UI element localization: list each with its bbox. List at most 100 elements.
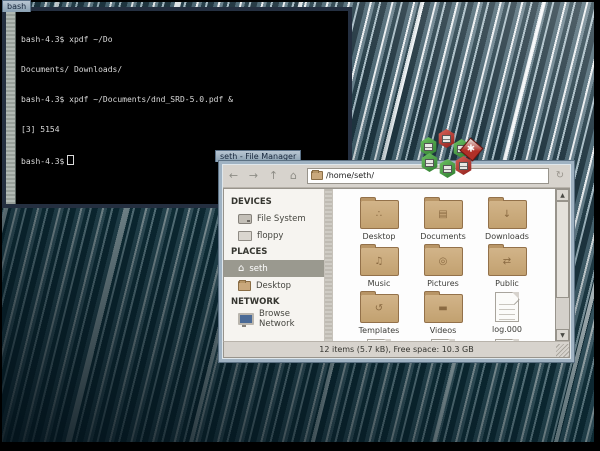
home-icon: ⌂ xyxy=(290,169,297,182)
file-name: Documents xyxy=(420,232,466,241)
downloads-emblem-icon: ↓ xyxy=(503,210,511,220)
sidebar-item-floppy[interactable]: floppy xyxy=(224,227,324,244)
sidebar-header-places: PLACES xyxy=(224,244,324,260)
folder-icon: ∴ xyxy=(360,200,399,229)
templates-emblem-icon: ↺ xyxy=(375,304,383,314)
file-name: log.000 xyxy=(492,325,522,334)
sidebar-scrollbar[interactable] xyxy=(325,189,333,341)
back-button[interactable]: ← xyxy=(225,168,242,184)
sidebar: DEVICES File System floppy PLACES ⌂ seth… xyxy=(224,189,325,341)
back-icon: ← xyxy=(229,169,238,182)
scrollbar-thumb[interactable] xyxy=(556,201,569,298)
file-grid: ∴ Desktop ▤ Documents ↓ Downloads ♫ Musi… xyxy=(347,196,539,341)
terminal-cursor xyxy=(67,155,74,165)
home-button[interactable]: ⌂ xyxy=(285,168,302,184)
path-text: /home/seth/ xyxy=(326,171,374,180)
folder-icon: ↺ xyxy=(360,294,399,323)
file-name: Public xyxy=(495,279,519,288)
network-icon xyxy=(238,313,254,325)
music-emblem-icon: ♫ xyxy=(375,257,384,267)
sidebar-item-label: Desktop xyxy=(256,281,291,291)
file-manager-body: DEVICES File System floppy PLACES ⌂ seth… xyxy=(223,188,570,341)
file-name: Templates xyxy=(359,326,400,335)
scrollbar-track[interactable] xyxy=(556,201,569,329)
file-item-templates[interactable]: ↺ Templates xyxy=(347,290,411,337)
sidebar-item-seth[interactable]: ⌂ seth xyxy=(224,260,324,277)
terminal-line: Documents/ Downloads/ xyxy=(21,65,348,75)
reload-icon: ↻ xyxy=(556,170,564,181)
floppy-icon xyxy=(238,231,252,241)
terminal-line: [3] 5154 xyxy=(21,125,348,135)
file-name: Pictures xyxy=(427,279,459,288)
file-item-desktop[interactable]: ∴ Desktop xyxy=(347,196,411,243)
up-button[interactable]: ↑ xyxy=(265,168,282,184)
folder-icon xyxy=(238,281,251,291)
public-emblem-icon: ⇄ xyxy=(503,257,511,267)
documents-emblem-icon: ▤ xyxy=(438,210,447,220)
green-hex-die-icon[interactable] xyxy=(420,137,437,156)
file-manager-window: ← → ↑ ⌂ /home/seth/ ↻ DEVICES File Syste… xyxy=(218,160,575,363)
terminal-line: bash-4.3$ xpdf ~/Do xyxy=(21,35,348,45)
file-item-log000[interactable]: log.000 xyxy=(475,290,539,337)
folder-icon: ▬ xyxy=(424,294,463,323)
forward-icon: → xyxy=(249,169,258,182)
terminal-scrollbar[interactable] xyxy=(6,11,16,204)
scroll-down-button[interactable]: ▼ xyxy=(556,329,569,341)
folder-icon: ▤ xyxy=(424,200,463,229)
scroll-up-icon: ▲ xyxy=(560,192,565,199)
file-name: Downloads xyxy=(485,232,529,241)
path-folder-icon xyxy=(311,171,323,180)
reload-button[interactable]: ↻ xyxy=(552,168,568,184)
red-hex-die-icon[interactable] xyxy=(438,129,455,148)
folder-icon: ⇄ xyxy=(488,247,527,276)
file-name: Videos xyxy=(430,326,457,335)
green-hex-die-icon[interactable] xyxy=(439,159,456,178)
file-name: Desktop xyxy=(363,232,396,241)
sidebar-item-label: floppy xyxy=(257,231,283,241)
sidebar-header-devices: DEVICES xyxy=(224,194,324,210)
hex-dice-cluster: ✱ xyxy=(414,126,484,182)
desktop-emblem-icon: ∴ xyxy=(376,210,382,220)
terminal-title: bash xyxy=(7,2,26,11)
die-face xyxy=(459,162,468,170)
status-text: 12 items (5.7 kB), Free space: 10.3 GB xyxy=(319,345,474,354)
diamond-glyph: ✱ xyxy=(467,144,475,154)
folder-icon: ♫ xyxy=(360,247,399,276)
file-manager-toolbar: ← → ↑ ⌂ /home/seth/ ↻ xyxy=(223,165,570,188)
file-icon xyxy=(495,292,519,322)
file-name: Music xyxy=(368,279,391,288)
scroll-down-icon: ▼ xyxy=(560,332,565,339)
die-face xyxy=(425,159,434,167)
sidebar-item-desktop[interactable]: Desktop xyxy=(224,277,324,294)
file-item-documents[interactable]: ▤ Documents xyxy=(411,196,475,243)
terminal-prompt: bash-4.3$ xyxy=(21,157,64,166)
die-face xyxy=(443,165,452,173)
die-face xyxy=(442,135,451,143)
status-bar: 12 items (5.7 kB), Free space: 10.3 GB xyxy=(223,341,570,358)
file-item-downloads[interactable]: ↓ Downloads xyxy=(475,196,539,243)
videos-emblem-icon: ▬ xyxy=(438,304,447,314)
file-item-pictures[interactable]: ◎ Pictures xyxy=(411,243,475,290)
sidebar-item-file-system[interactable]: File System xyxy=(224,210,324,227)
sidebar-item-label: File System xyxy=(257,214,306,224)
pictures-emblem-icon: ◎ xyxy=(439,257,448,267)
die-face xyxy=(424,143,433,151)
forward-button[interactable]: → xyxy=(245,168,262,184)
folder-icon: ↓ xyxy=(488,200,527,229)
file-item-videos[interactable]: ▬ Videos xyxy=(411,290,475,337)
resize-grip[interactable] xyxy=(556,344,569,357)
file-item-public[interactable]: ⇄ Public xyxy=(475,243,539,290)
sidebar-item-label: seth xyxy=(249,264,267,274)
sidebar-item-browse-network[interactable]: Browse Network xyxy=(224,310,324,327)
file-list-area[interactable]: ∴ Desktop ▤ Documents ↓ Downloads ♫ Musi… xyxy=(333,189,555,341)
folder-icon: ◎ xyxy=(424,247,463,276)
terminal-line: bash-4.3$ xpdf ~/Documents/dnd_SRD-5.0.p… xyxy=(21,95,348,105)
up-icon: ↑ xyxy=(269,169,278,182)
sidebar-item-label: Browse Network xyxy=(259,309,324,329)
vertical-scrollbar[interactable]: ▲ ▼ xyxy=(555,189,569,341)
file-item-music[interactable]: ♫ Music xyxy=(347,243,411,290)
green-hex-die-icon[interactable] xyxy=(421,153,438,172)
terminal-titlebar[interactable]: bash xyxy=(2,0,31,12)
harddrive-icon xyxy=(238,214,252,224)
scroll-up-button[interactable]: ▲ xyxy=(556,189,569,201)
